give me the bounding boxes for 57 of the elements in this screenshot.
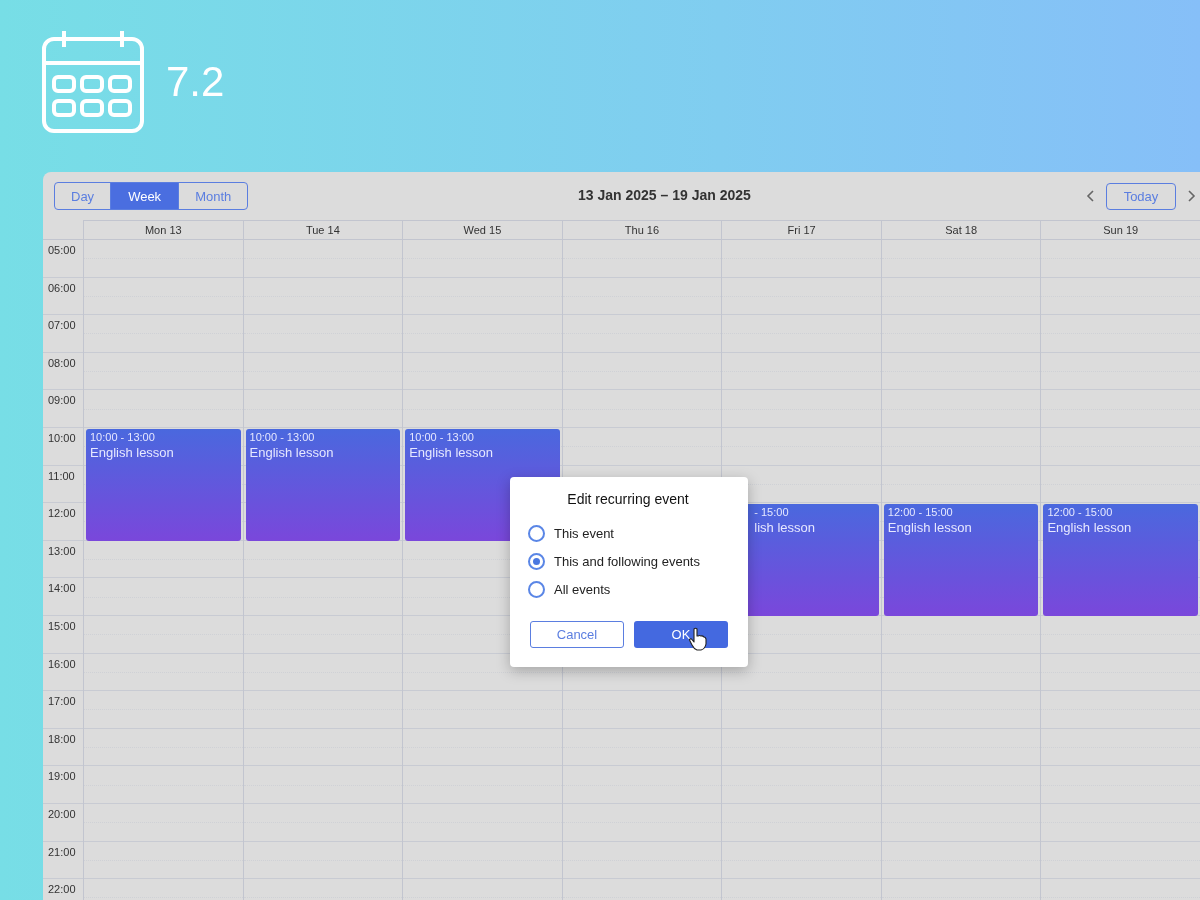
event-card[interactable]: 10:00 - 13:00 English lesson: [245, 429, 401, 541]
hour-label: 10:00: [48, 431, 76, 444]
event-card[interactable]: 12:00 - 15:00 English lesson: [1043, 504, 1198, 616]
day-header: Fri 17: [721, 220, 881, 240]
pointer-hand-icon: [688, 627, 708, 651]
hour-label: 12:00: [48, 507, 76, 520]
hour-label: 07:00: [48, 319, 76, 332]
event-title: English lesson: [249, 445, 335, 460]
version-number: 7.2: [166, 58, 225, 106]
hour-label: 19:00: [48, 770, 76, 783]
hour-label: 08:00: [48, 356, 76, 369]
event-card[interactable]: 12:00 - 15:00 English lesson: [883, 504, 1039, 616]
hour-label: 21:00: [48, 845, 76, 858]
option-label[interactable]: This and following events: [554, 553, 700, 569]
hour-label: 11:00: [48, 469, 75, 482]
day-header: Sat 18: [880, 220, 1041, 240]
event-title: English lesson: [1047, 520, 1133, 536]
hour-label: 06:00: [48, 281, 76, 294]
hour-label: 05:00: [48, 244, 76, 256]
view-tab[interactable]: Day: [55, 183, 111, 209]
event-time: - 15:00: [754, 506, 790, 519]
event-card[interactable]: 10:00 - 13:00 English lesson: [86, 429, 241, 541]
day-header: Tue 14: [242, 220, 403, 240]
hour-label: 09:00: [48, 394, 76, 407]
cancel-button[interactable]: Cancel: [530, 621, 624, 648]
radio-button[interactable]: [528, 552, 545, 570]
event-time: 12:00 - 15:00: [1047, 506, 1114, 519]
hour-label: 22:00: [48, 883, 76, 896]
hour-label: 18:00: [48, 732, 76, 745]
calendar-icon: [42, 29, 144, 135]
ok-button[interactable]: OK: [634, 621, 728, 648]
event-title: English lesson: [887, 520, 973, 536]
hour-label: 15:00: [48, 619, 76, 632]
radio-button[interactable]: [528, 580, 545, 598]
date-range: 13 Jan 2025 – 19 Jan 2025: [578, 187, 751, 203]
hour-label: 20:00: [48, 807, 76, 820]
day-header: Mon 13: [83, 220, 243, 240]
event-title: lish lesson: [754, 520, 816, 536]
hour-label: 17:00: [48, 695, 76, 708]
day-header: Wed 15: [402, 220, 562, 240]
option-label[interactable]: All events: [554, 581, 611, 597]
day-header: Sun 19: [1040, 220, 1200, 240]
event-title: English lesson: [409, 445, 494, 460]
event-time: 12:00 - 15:00: [887, 506, 954, 519]
hour-label: 13:00: [48, 544, 76, 557]
today-button[interactable]: Today: [1106, 182, 1176, 210]
radio-button[interactable]: [528, 524, 545, 542]
hour-label: 14:00: [48, 582, 76, 595]
dialog-title: Edit recurring event: [566, 491, 690, 507]
view-tab[interactable]: Month: [178, 183, 248, 209]
event-time: 10:00 - 13:00: [90, 431, 156, 443]
event-time: 10:00 - 13:00: [409, 431, 475, 443]
hour-label: 16:00: [48, 657, 76, 670]
event-time: 10:00 - 13:00: [249, 431, 316, 443]
event-title: English lesson: [90, 445, 175, 460]
day-header: Thu 16: [561, 220, 722, 240]
view-tab[interactable]: Week: [110, 183, 179, 209]
